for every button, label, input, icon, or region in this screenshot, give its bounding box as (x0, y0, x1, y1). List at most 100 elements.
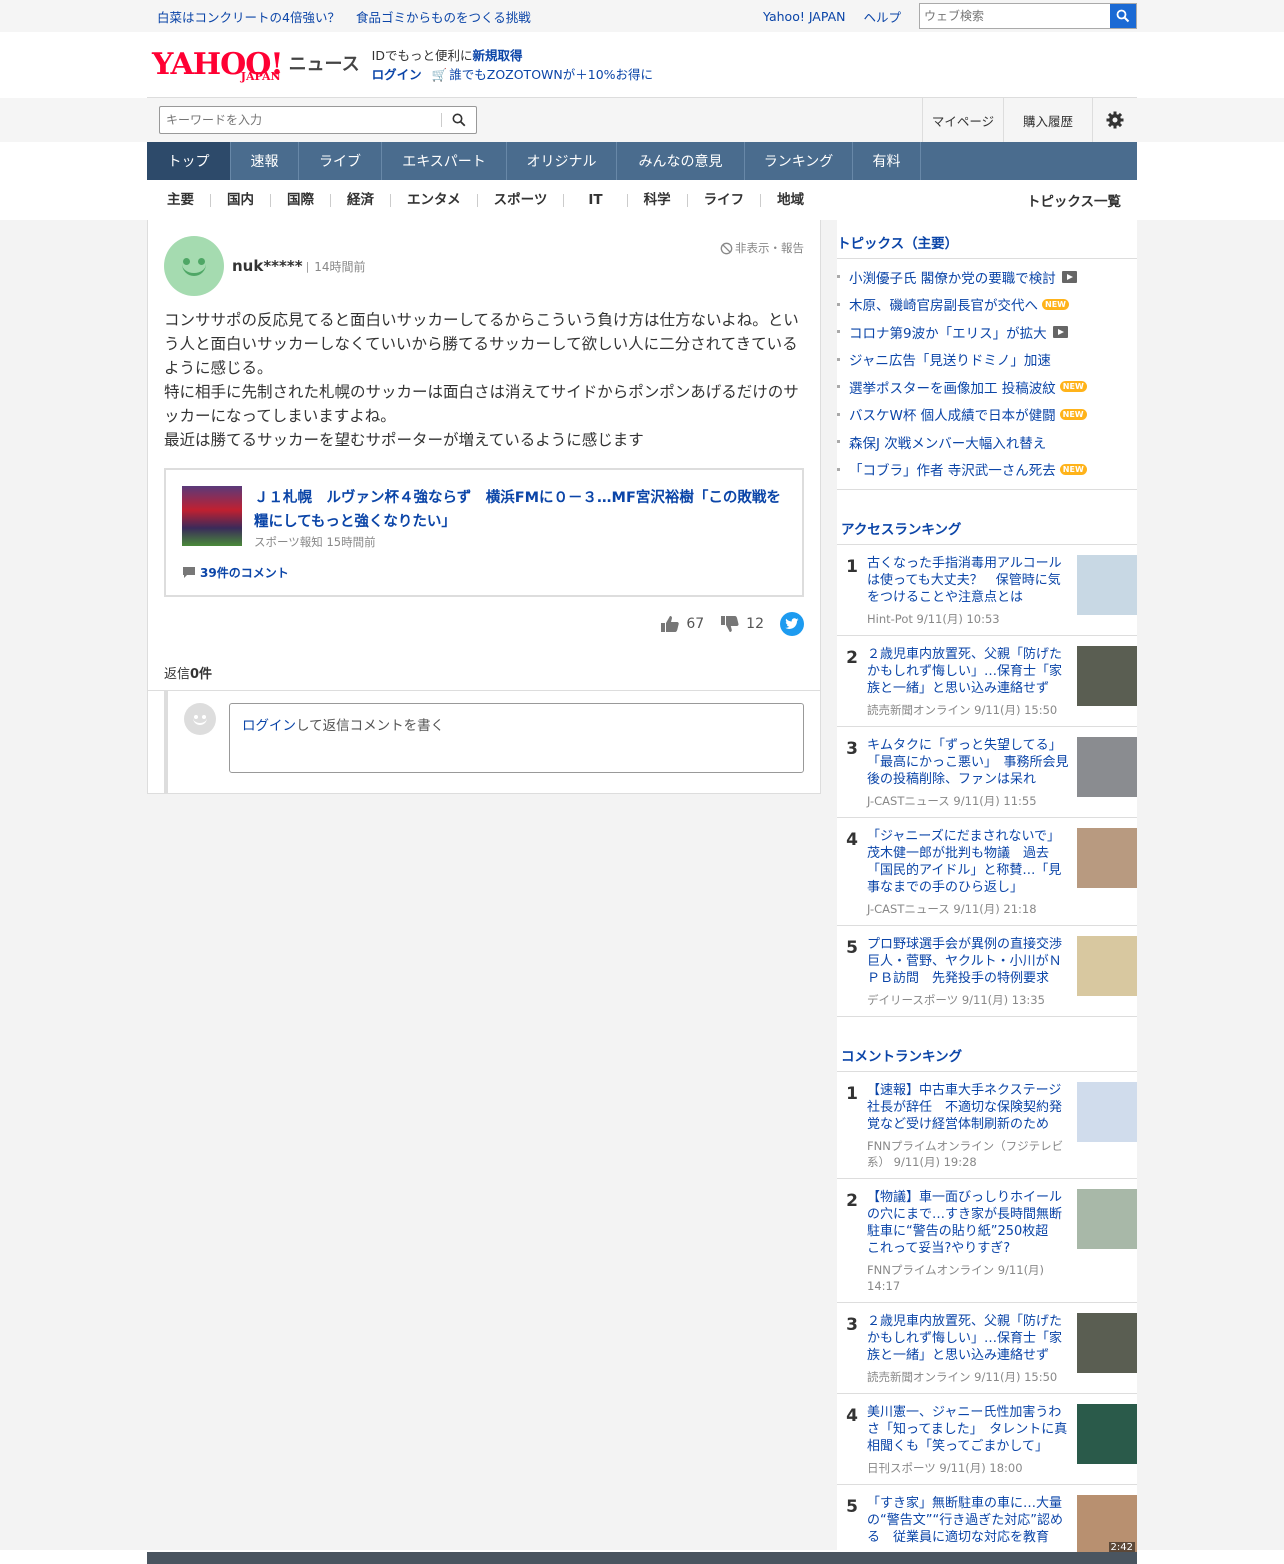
access-ranking-title[interactable]: アクセスランキング (837, 506, 1137, 545)
comment-paragraph: 特に相手に先制された札幌のサッカーは面白さは消えてサイドからポンポンあげるだけの… (164, 383, 799, 425)
cat-economy[interactable]: 経済 (331, 193, 391, 207)
nav-paid[interactable]: 有料 (853, 142, 921, 180)
nav-live[interactable]: ライブ (299, 142, 382, 180)
topics-list-link[interactable]: トピックス一覧 (1027, 190, 1121, 210)
cat-science[interactable]: 科学 (628, 193, 688, 207)
ranking-title[interactable]: 「ジャニーズにだまされないで」茂木健一郎が批判も物議 過去「国民的アイドル」と称… (867, 828, 1069, 896)
ranking-title[interactable]: プロ野球選手会が異例の直接交渉 巨人・菅野、ヤクルト・小川がＮＰＢ訪問 先発投手… (867, 936, 1075, 987)
ranking-thumbnail[interactable] (1077, 646, 1137, 706)
nav-expert[interactable]: エキスパート (382, 142, 507, 180)
topic-item[interactable]: バスケW杯 個人成績で日本が健闘 NEW (837, 401, 1137, 429)
ranking-title[interactable]: 【物議】車一面びっしりホイールの穴にまで…すき家が長時間無断駐車に“警告の貼り紙… (867, 1189, 1069, 1257)
register-link[interactable]: 新規取得 (472, 48, 522, 63)
ranking-title[interactable]: 古くなった手指消毒用アルコールは使っても大丈夫？ 保管時に気をつけることや注意点… (867, 555, 1069, 606)
article-title[interactable]: Ｊ１札幌 ルヴァン杯４強ならず 横浜FMに０－３…MF宮沢裕樹「この敗戦を糧にし… (254, 486, 786, 534)
keyword-input[interactable] (160, 113, 442, 127)
zozo-link[interactable]: 誰でもZOZOTOWNが＋10%お得に (449, 67, 653, 82)
nav-ranking[interactable]: ランキング (745, 142, 853, 180)
ranking-thumbnail[interactable] (1077, 828, 1137, 888)
ranking-item[interactable]: 2 【物議】車一面びっしりホイールの穴にまで…すき家が長時間無断駐車に“警告の貼り… (837, 1179, 1137, 1303)
comment-ranking-title[interactable]: コメントランキング (837, 1033, 1137, 1072)
ranking-thumbnail[interactable] (1077, 1313, 1137, 1373)
thumbs-down-icon[interactable] (720, 615, 740, 633)
cat-domestic[interactable]: 国内 (211, 193, 271, 207)
topic-text: 「コブラ」作者 寺沢武一さん死去 (849, 463, 1056, 480)
ranking-thumbnail[interactable] (1077, 1404, 1137, 1464)
video-icon (1052, 325, 1068, 338)
help-link[interactable]: ヘルプ (863, 7, 901, 26)
yahoo-japan-link[interactable]: Yahoo! JAPAN (763, 9, 845, 24)
cat-local[interactable]: 地域 (761, 193, 820, 207)
ranking-meta: J-CASTニュース 9/11(月) 11:55 (867, 794, 1037, 808)
cat-entertainment[interactable]: エンタメ (391, 193, 478, 207)
ranking-thumbnail[interactable] (1077, 1189, 1137, 1249)
comment-time: 14時間前 (314, 259, 366, 274)
nav-top[interactable]: トップ (147, 142, 231, 180)
nav-opinion[interactable]: みんなの意見 (617, 142, 745, 180)
reply-login-link[interactable]: ログイン (242, 718, 296, 734)
new-badge: NEW (1059, 463, 1087, 475)
settings-button[interactable] (1092, 98, 1137, 142)
topic-item[interactable]: ジャニ広告「見送りドミノ」加速 (837, 346, 1137, 374)
ranking-title[interactable]: 美川憲一、ジャニー氏性加害うわさ「知ってました」 タレントに真相聞くも「笑ってご… (867, 1404, 1069, 1455)
ranking-item[interactable]: 1 【速報】中古車大手ネクステージ社長が辞任 不適切な保険契約発覚など受け経営体制… (837, 1072, 1137, 1179)
ranking-item[interactable]: 3 ２歳児車内放置死、父親「防げたかもしれず悔しい」…保育士「家族と一緒」と思い込… (837, 1303, 1137, 1394)
category-nav: 主要 国内 国際 経済 エンタメ スポーツ IT 科学 ライフ 地域 トピックス… (0, 180, 1284, 220)
cat-sports[interactable]: スポーツ (478, 193, 565, 207)
topic-item[interactable]: コロナ第9波か「エリス」が拡大 (837, 318, 1137, 346)
cat-it[interactable]: IT (564, 193, 628, 207)
promo-link-2[interactable]: 食品ゴミからものをつくる挑戦 (356, 7, 531, 26)
thumbs-up-icon[interactable] (660, 615, 680, 633)
ranking-item[interactable]: 2 ２歳児車内放置死、父親「防げたかもしれず悔しい」…保育士「家族と一緒」と思い込… (837, 636, 1137, 727)
comment-paragraph: 最近は勝てるサッカーを望むサポーターが増えているように感じます (164, 431, 644, 449)
cat-life[interactable]: ライフ (688, 193, 762, 207)
ranking-thumbnail[interactable] (1077, 555, 1137, 615)
ranking-item[interactable]: 1 古くなった手指消毒用アルコールは使っても大丈夫？ 保管時に気をつけることや注意… (837, 545, 1137, 636)
dislike-count: 12 (746, 616, 764, 632)
reply-input[interactable]: ログインして返信コメントを書く (229, 703, 804, 773)
ranking-title[interactable]: 「すき家」無断駐車の車に…大量の“警告文”“行き過ぎた対応”認める 従業員に適切… (867, 1495, 1069, 1546)
web-search-input[interactable] (920, 4, 1110, 28)
ranking-title[interactable]: キムタクに「ずっと失望してる」「最高にかっこ悪い」 事務所会見後の投稿削除、ファ… (867, 737, 1069, 788)
promo-link-1[interactable]: 白菜はコンクリートの4倍強い？ (157, 7, 340, 26)
ranking-title[interactable]: ２歳児車内放置死、父親「防げたかもしれず悔しい」…保育士「家族と一緒」と思い込み… (867, 646, 1069, 697)
twitter-share-button[interactable] (780, 612, 804, 636)
keyword-search (159, 106, 477, 134)
access-ranking-list: 1 古くなった手指消毒用アルコールは使っても大丈夫？ 保管時に気をつけることや注意… (837, 545, 1137, 1017)
mypage-link[interactable]: マイページ (922, 98, 1003, 142)
article-thumbnail[interactable] (182, 486, 242, 546)
ranking-item[interactable]: 4 美川憲一、ジャニー氏性加害うわさ「知ってました」 タレントに真相聞くも「笑って… (837, 1394, 1137, 1485)
cat-main[interactable]: 主要 (147, 193, 211, 207)
article-comments-link[interactable]: 39件のコメント (182, 564, 786, 581)
topic-item[interactable]: 選挙ポスターを画像加工 投稿波紋 NEW (837, 373, 1137, 401)
rank-number: 4 (846, 830, 858, 850)
ranking-thumbnail[interactable] (1077, 737, 1137, 797)
ranking-thumbnail[interactable]: 2:42 (1077, 1495, 1137, 1555)
topic-item[interactable]: 「コブラ」作者 寺沢武一さん死去 NEW (837, 456, 1137, 484)
main-area: nuk***** | 14時間前 非表示・報告 コンササポの反応見てると面白いサ… (0, 220, 1284, 1564)
cat-world[interactable]: 国際 (271, 193, 331, 207)
comment-actions: 67 12 (164, 611, 804, 637)
ranking-title[interactable]: 【速報】中古車大手ネクステージ社長が辞任 不適切な保険契約発覚など受け経営体制刷… (867, 1082, 1069, 1133)
topic-item[interactable]: 木原、磯崎官房副長官が交代へ NEW (837, 291, 1137, 319)
hide-report-button[interactable]: 非表示・報告 (720, 240, 804, 256)
keyword-search-button[interactable] (442, 107, 476, 133)
ranking-item[interactable]: 5 プロ野球選手会が異例の直接交渉 巨人・菅野、ヤクルト・小川がＮＰＢ訪問 先発投… (837, 926, 1137, 1017)
topic-item[interactable]: 小渕優子氏 閣僚か党の要職で検討 (837, 263, 1137, 291)
topic-item[interactable]: 森保J 次戦メンバー大幅入れ替え (837, 428, 1137, 456)
web-search-button[interactable] (1110, 4, 1136, 28)
ranking-title[interactable]: ２歳児車内放置死、父親「防げたかもしれず悔しい」…保育士「家族と一緒」と思い込み… (867, 1313, 1069, 1364)
topic-text: 選挙ポスターを画像加工 投稿波紋 (849, 380, 1056, 397)
ranking-thumbnail[interactable] (1077, 936, 1137, 996)
ranking-item[interactable]: 3 キムタクに「ずっと失望してる」「最高にかっこ悪い」 事務所会見後の投稿削除、フ… (837, 727, 1137, 818)
comment-username[interactable]: nuk***** (232, 257, 303, 275)
login-link[interactable]: ログイン (372, 67, 422, 82)
ranking-thumbnail[interactable] (1077, 1082, 1137, 1142)
ranking-item[interactable]: 4 「ジャニーズにだまされないで」茂木健一郎が批判も物議 過去「国民的アイドル」と… (837, 818, 1137, 926)
nav-breaking[interactable]: 速報 (231, 142, 299, 180)
yahoo-news-logo[interactable]: YAHOO! JAPAN ニュース (152, 49, 360, 83)
nav-original[interactable]: オリジナル (507, 142, 617, 180)
id-info: IDでもっと便利に新規取得 ログイン 🛒 誰でもZOZOTOWNが＋10%お得に (371, 47, 654, 82)
topics-title[interactable]: トピックス（主要） (837, 220, 1137, 259)
purchase-history-link[interactable]: 購入履歴 (1003, 98, 1092, 142)
